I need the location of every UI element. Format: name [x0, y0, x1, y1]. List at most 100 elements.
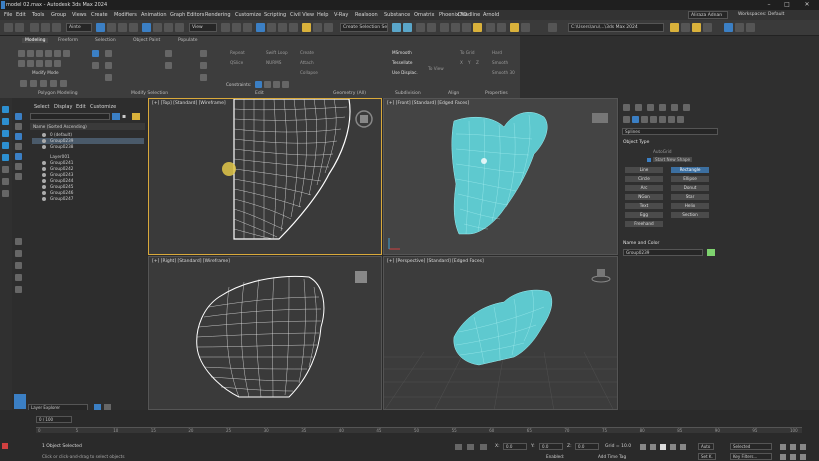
key-mode-dropdown[interactable]: Selected — [730, 443, 772, 450]
next-frame-icon[interactable] — [670, 444, 676, 450]
eye-icon[interactable] — [42, 133, 46, 137]
orbit-icon[interactable] — [790, 454, 796, 460]
ribbon-sel-icon-1[interactable] — [165, 50, 172, 57]
project-folder-icon[interactable] — [692, 23, 701, 32]
pan-icon[interactable] — [780, 454, 786, 460]
ribbon-tab-freeform[interactable]: Freeform — [58, 38, 78, 43]
scene-tab-customize[interactable]: Customize — [90, 104, 116, 110]
shape-helix-button[interactable]: Helix — [671, 203, 709, 209]
ribbon-tab-populate[interactable]: Populate — [178, 38, 198, 43]
geometry-category-icon[interactable] — [623, 116, 630, 123]
explorer-filter-icon-6[interactable] — [15, 163, 22, 170]
selection-lock-icon[interactable] — [467, 444, 474, 450]
max-tool-2-icon[interactable] — [735, 23, 744, 32]
toggle-scene-explorer-icon[interactable] — [392, 23, 401, 32]
explorer-side-icon-1[interactable] — [15, 238, 22, 245]
edit-collapse[interactable]: Collapse — [300, 70, 318, 75]
scene-tab-display[interactable]: Display — [54, 104, 72, 110]
props-smooth-30[interactable]: Smooth 30 — [492, 70, 515, 75]
menu-create[interactable]: Create — [91, 12, 108, 18]
edit-swift-loop[interactable]: Swift Loop — [266, 50, 288, 55]
rendered-frame-window-icon[interactable] — [462, 23, 471, 32]
zoom-icon[interactable] — [780, 444, 786, 450]
props-hard[interactable]: Hard — [492, 50, 502, 55]
shape-line-button[interactable]: Line — [625, 167, 663, 173]
shape-circle-button[interactable]: Circle — [625, 176, 663, 182]
viewport-top[interactable]: [+] [Top] [Standard] [Wireframe] — [148, 98, 382, 255]
ribbon-polygon-icon[interactable] — [45, 60, 52, 67]
motion-tab-icon[interactable] — [659, 104, 666, 111]
toggle-layer-explorer-icon[interactable] — [403, 23, 412, 32]
add-layer-icon[interactable] — [132, 113, 140, 120]
eye-icon[interactable] — [42, 191, 46, 195]
constraint-none-icon[interactable] — [255, 81, 262, 88]
menu-modifiers[interactable]: Modifiers — [114, 12, 137, 18]
constraint-face-icon[interactable] — [273, 81, 280, 88]
window-crossing-icon[interactable] — [129, 23, 138, 32]
ribbon-poly-icon-1[interactable] — [18, 50, 25, 57]
vray-icon[interactable] — [521, 23, 530, 32]
play-icon[interactable] — [660, 444, 666, 450]
ribbon-edge-icon[interactable] — [27, 60, 34, 67]
group-align[interactable]: Align — [448, 91, 459, 96]
menu-tools[interactable]: Tools — [32, 12, 44, 18]
ribbon-poly-icon-5[interactable] — [54, 50, 61, 57]
zoom-extents-icon[interactable] — [800, 444, 806, 450]
folder-icon[interactable] — [670, 23, 679, 32]
explorer-side-icon-3[interactable] — [15, 262, 22, 269]
set-key-button[interactable]: Set K. — [698, 453, 716, 460]
menu-views[interactable]: Views — [72, 12, 86, 18]
explorer-filter-icon-1[interactable] — [15, 113, 22, 120]
scene-tab-edit[interactable]: Edit — [76, 104, 86, 110]
explorer-filter-icon-5[interactable] — [15, 153, 22, 160]
mirror-icon[interactable] — [313, 23, 322, 32]
ribbon-element-icon[interactable] — [54, 60, 61, 67]
link-icon[interactable] — [30, 23, 39, 32]
subdiv-msmooth[interactable]: MSmooth — [392, 50, 412, 55]
group-modify-selection[interactable]: Modify Selection — [131, 91, 168, 96]
menu-realsoon[interactable]: Realsoon — [355, 12, 378, 18]
left-tool-2-icon[interactable] — [2, 118, 9, 125]
render-production-icon[interactable] — [473, 23, 482, 32]
ribbon-border-icon[interactable] — [36, 60, 43, 67]
group-properties[interactable]: Properties — [485, 91, 508, 96]
menu-graph-editors[interactable]: Graph Editors — [170, 12, 204, 18]
helpers-category-icon[interactable] — [659, 116, 666, 123]
viewport-right[interactable]: [+] [Right] [Standard] [Wireframe] — [148, 256, 382, 410]
max-tool-1-icon[interactable] — [724, 23, 733, 32]
subdiv-tessellate[interactable]: Tessellate — [392, 60, 412, 65]
ribbon-ring-icon[interactable] — [105, 74, 112, 81]
shape-egg-button[interactable]: Egg — [625, 212, 663, 218]
left-tool-8-icon[interactable] — [2, 190, 9, 197]
ribbon-loop-icon[interactable] — [105, 62, 112, 69]
minimize-button[interactable]: – — [762, 1, 776, 9]
group-polygon-modeling[interactable]: Polygon Modeling — [38, 91, 78, 96]
ribbon-select-icon[interactable] — [92, 50, 99, 57]
eye-icon[interactable] — [42, 173, 46, 177]
unlink-icon[interactable] — [41, 23, 50, 32]
maxscript-listener-icon[interactable] — [2, 443, 8, 449]
eye-icon[interactable] — [42, 167, 46, 171]
edit-named-selection-icon[interactable] — [302, 23, 311, 32]
constraint-normal-icon[interactable] — [282, 81, 289, 88]
select-object-icon[interactable] — [96, 23, 105, 32]
object-type-header[interactable]: Object Type — [623, 140, 649, 145]
select-rotate-icon[interactable] — [153, 23, 162, 32]
lights-category-icon[interactable] — [641, 116, 648, 123]
align-y[interactable]: Y — [468, 60, 471, 65]
keyboard-shortcut-icon[interactable] — [243, 23, 252, 32]
edit-attach[interactable]: Attach — [300, 60, 314, 65]
menu-civil-view[interactable]: Civil View — [290, 12, 314, 18]
shape-donut-button[interactable]: Donut — [671, 185, 709, 191]
object-name-field[interactable]: Group0239 — [623, 249, 703, 256]
name-and-color-header[interactable]: Name and Color — [623, 241, 659, 246]
modify-tab-icon[interactable] — [635, 104, 642, 111]
eye-icon[interactable] — [42, 145, 46, 149]
layer-manager-icon[interactable] — [14, 394, 26, 409]
project-path-field[interactable]: C:\Users\aru\...\3ds Max 2024 — [568, 23, 664, 32]
left-tool-3-icon[interactable] — [2, 130, 9, 137]
explorer-filter-icon-7[interactable] — [15, 173, 22, 180]
ribbon-mod-icon-5[interactable] — [60, 80, 67, 87]
lock-icon[interactable]: ▪ — [122, 113, 128, 120]
tree-row[interactable]: Group0247 — [32, 196, 144, 202]
